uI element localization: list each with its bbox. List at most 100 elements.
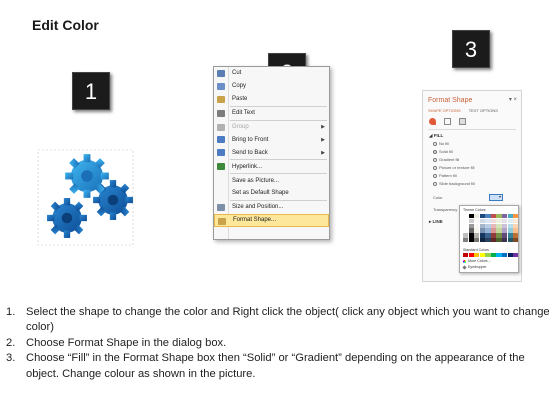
color-swatch[interactable] bbox=[496, 218, 502, 224]
menu-item-copy[interactable]: Copy bbox=[214, 80, 329, 93]
size-properties-icon[interactable] bbox=[459, 118, 466, 125]
fill-option[interactable]: Pattern fill bbox=[433, 173, 457, 178]
color-swatch[interactable] bbox=[474, 218, 480, 224]
menu-item-size-and-position[interactable]: Size and Position... bbox=[214, 201, 329, 214]
radio-button[interactable] bbox=[433, 141, 437, 146]
color-swatch[interactable] bbox=[474, 223, 480, 228]
radio-button[interactable] bbox=[433, 181, 437, 186]
menu-item-format-shape[interactable]: Format Shape... bbox=[214, 213, 329, 227]
radio-button[interactable] bbox=[433, 165, 437, 170]
menu-item-group[interactable]: Group ▶ bbox=[214, 121, 329, 134]
color-swatch[interactable] bbox=[468, 228, 474, 233]
menu-item-edit-text[interactable]: Edit Text bbox=[214, 107, 329, 120]
color-swatch[interactable] bbox=[507, 223, 513, 228]
menu-item-save-as-picture[interactable]: Save as Picture... bbox=[214, 174, 329, 187]
color-swatch[interactable] bbox=[496, 214, 502, 219]
color-swatch[interactable] bbox=[479, 214, 485, 219]
menu-item-bring-to-front[interactable]: Bring to Front ▶ bbox=[214, 133, 329, 146]
menu-item-paste[interactable]: Paste bbox=[214, 93, 329, 106]
color-swatch[interactable] bbox=[463, 223, 469, 228]
color-swatch[interactable] bbox=[496, 253, 502, 258]
radio-button[interactable] bbox=[433, 173, 437, 178]
color-swatch[interactable] bbox=[490, 253, 497, 258]
color-swatch[interactable] bbox=[474, 233, 480, 238]
color-swatch[interactable] bbox=[468, 223, 474, 228]
fill-option[interactable]: Gradient fill bbox=[433, 157, 459, 162]
color-swatch[interactable] bbox=[479, 218, 485, 224]
color-swatch[interactable] bbox=[479, 237, 485, 243]
color-swatch[interactable] bbox=[490, 214, 497, 219]
fill-option[interactable]: No fill bbox=[433, 141, 449, 146]
color-swatch[interactable] bbox=[474, 237, 480, 243]
color-swatch[interactable] bbox=[468, 214, 474, 219]
eyedropper-item[interactable]: Eyedropper bbox=[462, 264, 487, 270]
menu-item-send-to-back[interactable]: Send to Back ▶ bbox=[214, 146, 329, 159]
effects-icon[interactable] bbox=[444, 118, 451, 125]
color-swatch[interactable] bbox=[474, 253, 480, 258]
color-swatch[interactable] bbox=[485, 214, 491, 219]
color-swatch[interactable] bbox=[479, 223, 485, 228]
color-swatch[interactable] bbox=[502, 233, 508, 238]
menu-item-cut[interactable]: Cut bbox=[214, 67, 329, 80]
pane-controls[interactable]: ▾ × bbox=[509, 96, 517, 103]
color-swatch[interactable] bbox=[496, 223, 502, 228]
color-swatch[interactable] bbox=[507, 253, 513, 258]
color-swatch[interactable] bbox=[507, 237, 513, 243]
color-swatch[interactable] bbox=[463, 233, 469, 238]
color-swatch[interactable] bbox=[513, 253, 519, 258]
fill-option[interactable]: Picture or texture fill bbox=[433, 165, 474, 170]
radio-button[interactable] bbox=[433, 149, 437, 154]
radio-button[interactable] bbox=[433, 157, 437, 162]
color-swatch[interactable] bbox=[513, 237, 519, 243]
color-swatch[interactable] bbox=[468, 218, 474, 224]
gear-bottom-left[interactable] bbox=[47, 198, 87, 238]
color-swatch[interactable] bbox=[479, 233, 485, 238]
color-swatch[interactable] bbox=[490, 233, 497, 238]
line-section-header[interactable]: ▸ LINE bbox=[429, 219, 443, 225]
color-swatch[interactable] bbox=[463, 237, 469, 243]
color-swatch[interactable] bbox=[468, 253, 474, 258]
color-swatch[interactable] bbox=[485, 237, 491, 243]
menu-item-hyperlink[interactable]: Hyperlink... bbox=[214, 160, 329, 173]
color-swatch[interactable] bbox=[468, 233, 474, 238]
color-swatch[interactable] bbox=[463, 218, 469, 224]
color-swatch[interactable] bbox=[474, 228, 480, 233]
more-colors-item[interactable]: More Colors... bbox=[463, 259, 491, 263]
color-swatch[interactable] bbox=[502, 228, 508, 233]
color-swatch[interactable] bbox=[463, 228, 469, 233]
color-swatch[interactable] bbox=[513, 228, 519, 233]
color-swatch[interactable] bbox=[507, 214, 513, 219]
color-swatch[interactable] bbox=[479, 253, 485, 258]
color-dropdown-button[interactable] bbox=[489, 194, 503, 201]
color-swatch[interactable] bbox=[502, 214, 508, 219]
color-swatch[interactable] bbox=[490, 218, 497, 224]
color-swatch[interactable] bbox=[485, 218, 491, 224]
menu-item-set-as-default-shape[interactable]: Set as Default Shape bbox=[214, 187, 329, 200]
color-swatch[interactable] bbox=[490, 223, 497, 228]
color-swatch[interactable] bbox=[463, 214, 469, 219]
color-swatch[interactable] bbox=[485, 223, 491, 228]
fill-line-icon[interactable] bbox=[429, 118, 436, 125]
color-swatch[interactable] bbox=[513, 233, 519, 238]
color-swatch[interactable] bbox=[502, 218, 508, 224]
color-swatch[interactable] bbox=[468, 237, 474, 243]
color-swatch[interactable] bbox=[502, 253, 508, 258]
color-swatch[interactable] bbox=[474, 214, 480, 219]
tab-text-options[interactable]: TEXT OPTIONS bbox=[469, 108, 498, 113]
gear-top[interactable] bbox=[65, 154, 109, 198]
color-swatch[interactable] bbox=[496, 237, 502, 243]
color-swatch[interactable] bbox=[479, 228, 485, 233]
color-swatch[interactable] bbox=[496, 228, 502, 233]
color-swatch[interactable] bbox=[502, 223, 508, 228]
color-swatch[interactable] bbox=[496, 233, 502, 238]
fill-option[interactable]: Slide background fill bbox=[433, 181, 475, 186]
color-swatch[interactable] bbox=[490, 228, 497, 233]
color-swatch[interactable] bbox=[513, 214, 519, 219]
fill-section-header[interactable]: ◢ FILL bbox=[429, 133, 443, 139]
color-swatch[interactable] bbox=[513, 223, 519, 228]
tab-shape-options[interactable]: SHAPE OPTIONS bbox=[428, 108, 461, 113]
color-swatch[interactable] bbox=[490, 237, 497, 243]
fill-option[interactable]: Solid fill bbox=[433, 149, 453, 154]
color-swatch[interactable] bbox=[485, 233, 491, 238]
color-swatch[interactable] bbox=[507, 228, 513, 233]
